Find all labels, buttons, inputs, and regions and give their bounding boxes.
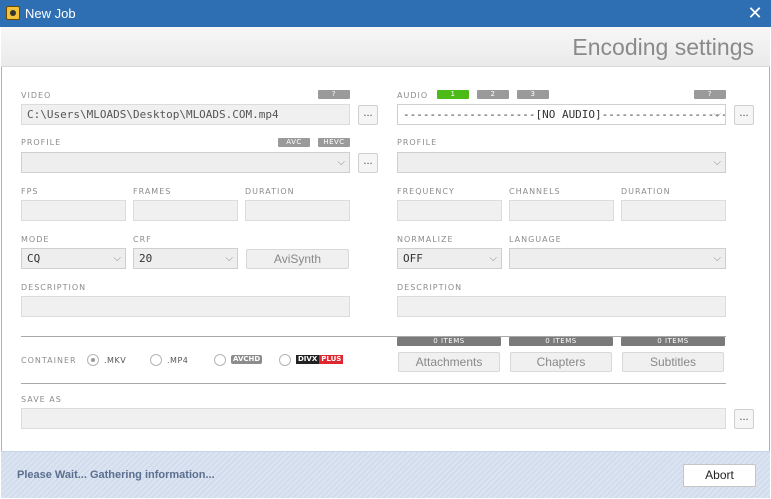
crf-value: 20 [139,252,153,265]
crf-spinner[interactable]: 20 ⌵ [133,248,238,269]
save-as-field[interactable] [21,408,726,429]
audio-help-button[interactable]: ? [694,90,726,99]
video-profile-label: PROFILE [21,138,62,147]
title-bar: New Job ✕ [0,0,771,27]
audio-description-label: DESCRIPTION [397,283,463,292]
window-title: New Job [25,6,76,21]
mode-select[interactable]: CQ ⌵ [21,248,126,269]
header: Encoding settings [1,27,770,67]
audio-track-2-tab[interactable]: 2 [477,90,509,99]
video-help-button[interactable]: ? [318,90,350,99]
mode-value: CQ [27,252,41,265]
frequency-label: FREQUENCY [397,187,455,196]
attachments-count-badge: 0 ITEMS [397,337,501,346]
audio-profile-label: PROFILE [397,138,438,147]
status-bar: Please Wait... Gathering information... … [1,451,770,498]
normalize-select[interactable]: OFF ⌵ [397,248,502,269]
mode-label: MODE [21,235,50,244]
chevron-down-icon: ⌵ [337,157,345,168]
video-profile-select[interactable]: ⌵ [21,152,350,173]
language-select[interactable]: ⌵ [509,248,726,269]
save-as-label: SAVE AS [21,395,62,404]
page-title: Encoding settings [572,34,754,60]
close-icon[interactable]: ✕ [739,0,771,27]
video-label: VIDEO [21,91,52,100]
language-label: LANGUAGE [509,235,562,244]
hevc-button[interactable]: HEVC [318,138,350,147]
container-divx-radio[interactable] [279,354,291,366]
subtitles-count-badge: 0 ITEMS [621,337,725,346]
divx-plus-logo: DIVX PLUS [296,355,344,364]
video-description-field[interactable] [21,296,350,317]
chapters-button[interactable]: Chapters [510,352,612,372]
crf-label: CRF [133,235,152,244]
fps-field[interactable] [21,200,126,221]
avisynth-button[interactable]: AviSynth [246,249,349,269]
audio-label: AUDIO [397,91,429,100]
chevron-down-icon: ⌵ [489,253,497,264]
container-mkv-label: .MKV [104,356,127,365]
container-mp4-radio[interactable] [150,354,162,366]
avchd-logo: AVCHD [231,355,263,364]
container-avchd-radio[interactable] [214,354,226,366]
plus-logo-text: PLUS [319,355,344,364]
attachments-button[interactable]: Attachments [398,352,500,372]
audio-track-value: --------------------[NO AUDIO]----------… [403,108,726,121]
audio-track-3-tab[interactable]: 3 [517,90,549,99]
audio-track-1-tab[interactable]: 1 [437,90,469,99]
video-description-label: DESCRIPTION [21,283,87,292]
chevron-down-icon: ⌵ [713,253,721,264]
chevron-down-icon: ⌵ [713,157,721,168]
fps-label: FPS [21,187,39,196]
audio-track-select[interactable]: --------------------[NO AUDIO]----------… [397,104,726,125]
chevron-down-icon: ⌵ [113,253,121,264]
subtitles-button[interactable]: Subtitles [622,352,724,372]
abort-button[interactable]: Abort [683,464,756,487]
container-mp4-label: .MP4 [167,356,189,365]
status-text: Please Wait... Gathering information... [17,469,215,481]
chevron-down-icon: ⌵ [225,253,233,264]
audio-profile-select[interactable]: ⌵ [397,152,726,173]
container-mkv-radio[interactable] [87,354,99,366]
frequency-field[interactable] [397,200,502,221]
channels-field[interactable] [509,200,614,221]
app-icon [6,6,20,20]
normalize-label: NORMALIZE [397,235,454,244]
divider [21,383,726,384]
audio-browse-button[interactable]: ... [734,105,754,125]
frames-label: FRAMES [133,187,172,196]
audio-duration-label: DURATION [621,187,671,196]
chevron-down-icon: ⌵ [713,109,721,120]
frames-field[interactable] [133,200,238,221]
video-browse-button[interactable]: ... [358,105,378,125]
normalize-value: OFF [403,252,423,265]
video-duration-label: DURATION [245,187,295,196]
container-label: CONTAINER [21,356,77,365]
avc-button[interactable]: AVC [278,138,310,147]
channels-label: CHANNELS [509,187,561,196]
audio-description-field[interactable] [397,296,726,317]
video-path-field[interactable]: C:\Users\MLOADS\Desktop\MLOADS.COM.mp4 [21,104,350,125]
video-duration-field[interactable] [245,200,350,221]
video-profile-browse-button[interactable]: ... [358,153,378,173]
chapters-count-badge: 0 ITEMS [509,337,613,346]
divx-logo-text: DIVX [296,355,320,364]
audio-duration-field[interactable] [621,200,726,221]
save-as-browse-button[interactable]: ... [734,409,754,429]
